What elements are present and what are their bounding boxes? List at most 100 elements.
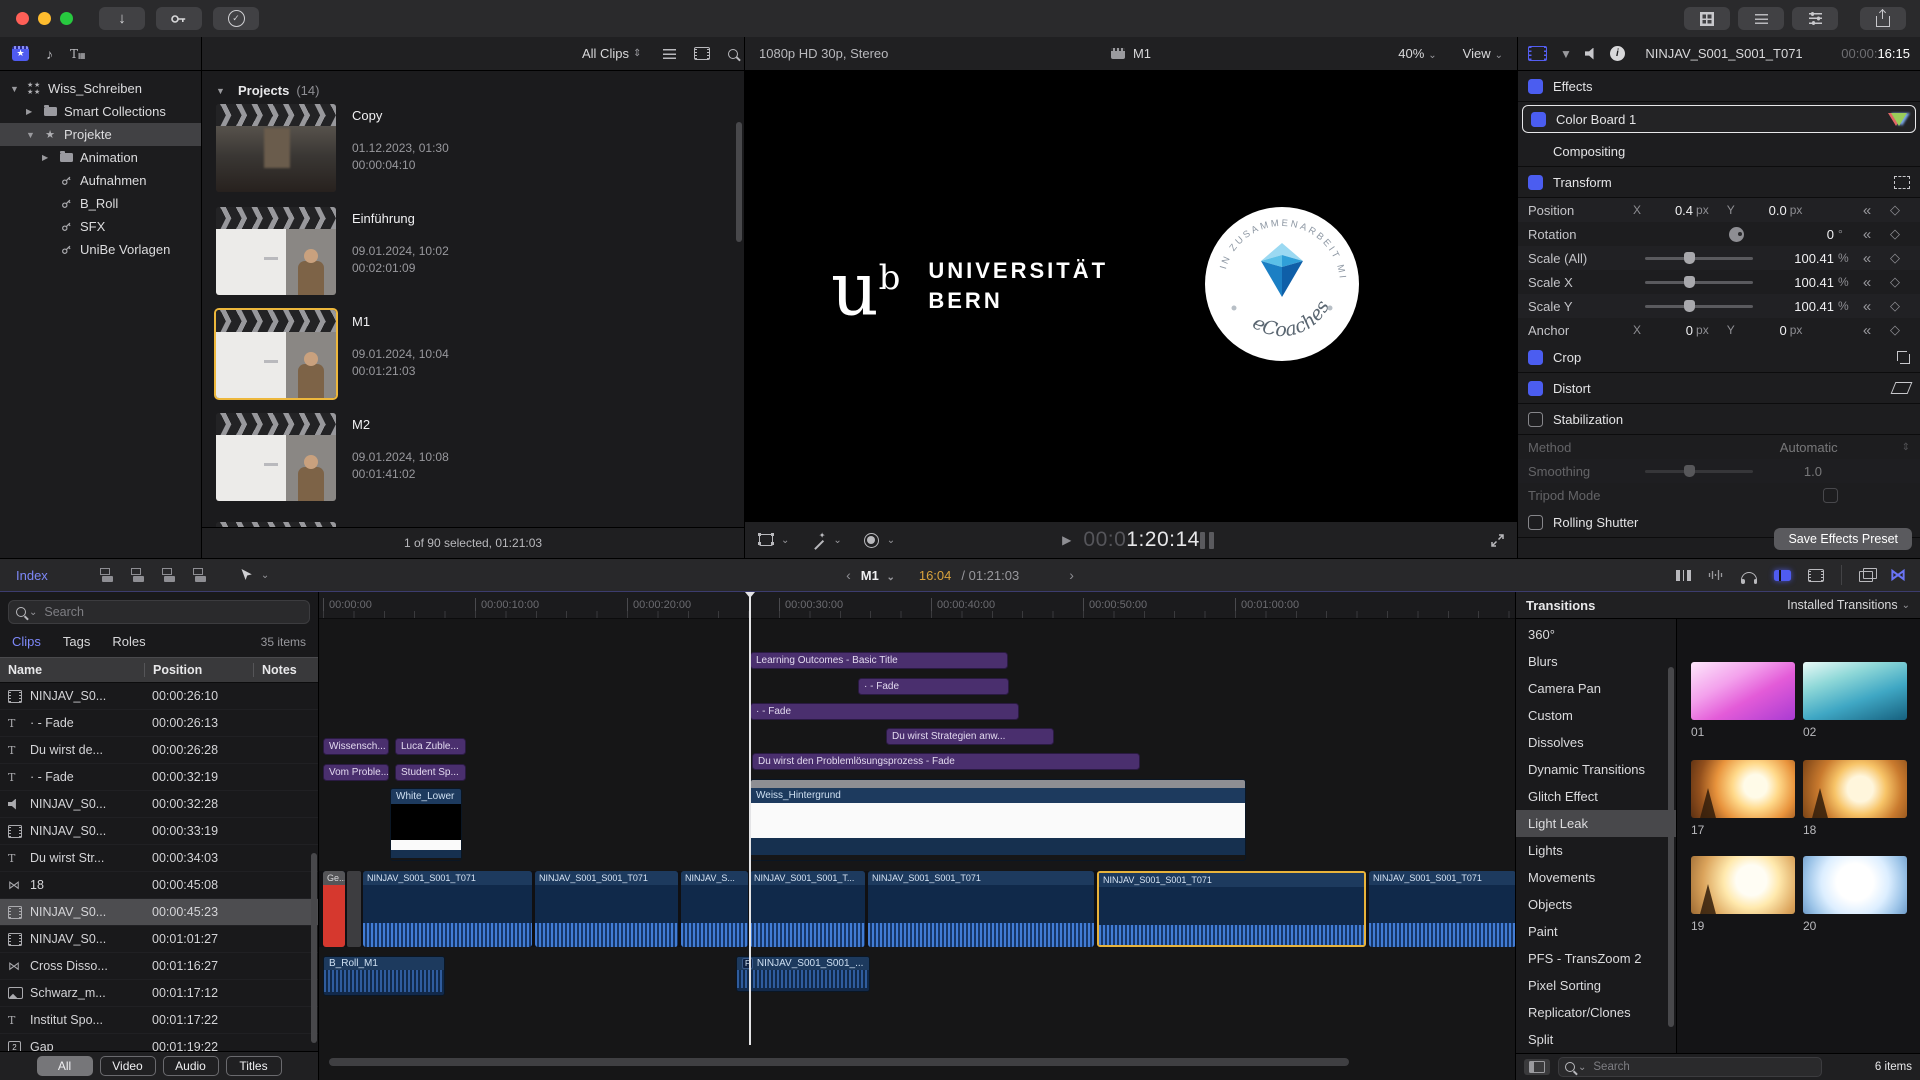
index-row[interactable]: NINJAV_S0...00:00:45:23 <box>0 899 318 926</box>
slider-knob[interactable] <box>1684 252 1695 264</box>
project-thumbnail[interactable] <box>216 207 336 295</box>
param-anchor[interactable]: AnchorX0pxY0px«◇ <box>1518 318 1920 342</box>
checkbox[interactable] <box>1528 515 1543 530</box>
reset-icon[interactable]: « <box>1854 322 1880 339</box>
index-search-field[interactable]: ⌄ <box>8 600 310 624</box>
sidebar-item-animation[interactable]: ▶Animation <box>0 146 201 169</box>
keyframe-icon[interactable]: ◇ <box>1880 274 1910 290</box>
index-row[interactable]: NINJAV_S0...00:01:01:27 <box>0 926 318 953</box>
transition-item[interactable]: 17 <box>1691 760 1795 837</box>
checkbox[interactable] <box>1528 381 1543 396</box>
keyframe-icon[interactable]: ◇ <box>1880 250 1910 266</box>
transition-item[interactable]: 18 <box>1803 760 1907 837</box>
import-media-button[interactable]: ↓ <box>99 7 145 30</box>
index-row[interactable]: Schwarz_m...00:01:17:12 <box>0 980 318 1007</box>
reset-icon[interactable]: « <box>1854 250 1880 267</box>
index-row[interactable]: NINJAV_S0...00:00:33:19 <box>0 818 318 845</box>
project-item[interactable]: M109.01.2024, 10:0400:01:21:03 <box>216 310 724 398</box>
param-value[interactable]: 100.41 <box>1794 275 1834 290</box>
titles-generators-sidebar-toggle[interactable]: T▦ <box>70 47 86 61</box>
list-layout-button[interactable] <box>1738 7 1784 30</box>
distort-section[interactable]: Distort <box>1518 373 1920 404</box>
transitions-browser-icon[interactable]: ⋈ <box>1890 565 1906 585</box>
param-slider[interactable] <box>1645 305 1753 308</box>
timeline-clip[interactable]: NINJAV_S001_S001_T071 <box>535 871 678 947</box>
next-project-button[interactable]: › <box>1069 567 1074 583</box>
transition-category[interactable]: Replicator/Clones <box>1516 999 1676 1026</box>
transition-category[interactable]: Movements <box>1516 864 1676 891</box>
tab-clips[interactable]: Clips <box>12 634 41 649</box>
prev-project-button[interactable]: ‹ <box>846 567 851 583</box>
index-scrollbar[interactable] <box>311 853 317 1043</box>
index-row[interactable]: NINJAV_S0...00:00:26:10 <box>0 683 318 710</box>
transition-thumbnail[interactable] <box>1803 662 1907 720</box>
headphones-icon[interactable] <box>1741 572 1757 582</box>
transition-thumbnail[interactable] <box>1803 760 1907 818</box>
project-item[interactable]: Einführung09.01.2024, 10:0200:02:01:09 <box>216 207 724 295</box>
skimmer-film-icon[interactable] <box>1808 569 1824 582</box>
transition-category[interactable]: 360° <box>1516 621 1676 648</box>
param-scale-x[interactable]: Scale X100.41%«◇ <box>1518 270 1920 294</box>
append-edit-icon[interactable] <box>162 568 179 582</box>
reset-icon[interactable]: « <box>1854 298 1880 315</box>
crop-section[interactable]: Crop <box>1518 342 1920 373</box>
checkbox[interactable] <box>1528 350 1543 365</box>
audio-meters[interactable] <box>1200 532 1214 549</box>
clip-appearance-icon[interactable] <box>1774 570 1791 581</box>
transition-category[interactable]: Objects <box>1516 891 1676 918</box>
title-clip[interactable]: Luca Zuble... <box>395 738 466 755</box>
checkbox[interactable] <box>1531 112 1546 127</box>
keyword-editor-button[interactable] <box>156 7 202 30</box>
timeline-clip[interactable]: NINJAV_S001_S001_T071 <box>363 871 532 947</box>
playhead[interactable] <box>749 592 751 1045</box>
background-tasks-button[interactable]: ✓ <box>213 7 259 30</box>
project-thumb-partial[interactable] <box>216 522 336 527</box>
tab-roles[interactable]: Roles <box>112 634 145 649</box>
share-button[interactable] <box>1860 7 1906 30</box>
transition-category[interactable]: Camera Pan <box>1516 675 1676 702</box>
white-lower-clip[interactable]: White_Lower <box>390 788 462 861</box>
projects-section-header[interactable]: ▼ Projects (14) <box>202 71 744 102</box>
tab-tags[interactable]: Tags <box>63 634 90 649</box>
index-row[interactable]: ⋈Cross Disso...00:01:16:27 <box>0 953 318 980</box>
browser-layout-button[interactable] <box>1684 7 1730 30</box>
timeline-clip[interactable]: NINJAV_S001_S001_T... <box>750 871 865 947</box>
param-position[interactable]: PositionX0.4pxY0.0px«◇ <box>1518 198 1920 222</box>
column-notes[interactable]: Notes <box>253 663 318 677</box>
transitions-search-field[interactable]: ⌄ <box>1558 1057 1822 1077</box>
index-row[interactable]: 2Gap00:01:19:22 <box>0 1034 318 1051</box>
color-inspector-icon[interactable]: ▼ <box>1560 47 1572 61</box>
title-clip[interactable]: · - Fade <box>750 703 1019 720</box>
connect-edit-icon[interactable] <box>100 568 117 582</box>
sidebar-item-b-roll[interactable]: B_Roll <box>0 192 201 215</box>
zoom-button[interactable] <box>60 12 73 25</box>
transition-category[interactable]: Pixel Sorting <box>1516 972 1676 999</box>
index-row[interactable]: T· - Fade00:00:26:13 <box>0 710 318 737</box>
index-row[interactable]: TDu wirst de...00:00:26:28 <box>0 737 318 764</box>
transition-item[interactable]: 20 <box>1803 856 1907 933</box>
transform-section-icon[interactable] <box>1894 176 1910 189</box>
timeline-clip[interactable]: NINJAV_S001_S001_T071 <box>1097 871 1366 947</box>
transition-item[interactable]: 01 <box>1691 662 1795 739</box>
adjust-layout-button[interactable] <box>1792 7 1838 30</box>
transition-category[interactable]: Lights <box>1516 837 1676 864</box>
transition-category[interactable]: Light Leak <box>1516 810 1676 837</box>
slider-knob[interactable] <box>1684 300 1695 312</box>
sidebar-item-aufnahmen[interactable]: Aufnahmen <box>0 169 201 192</box>
param-value[interactable]: 100.41 <box>1794 251 1834 266</box>
transition-thumbnail[interactable] <box>1691 760 1795 818</box>
effects-browser-icon[interactable] <box>1859 571 1873 582</box>
index-button[interactable]: Index <box>16 568 48 583</box>
sidebar-item-smart-collections[interactable]: ▶Smart Collections <box>0 100 201 123</box>
title-clip[interactable]: Learning Outcomes - Basic Title <box>750 652 1008 669</box>
compositing-section[interactable]: Compositing <box>1518 136 1920 167</box>
index-search-input[interactable] <box>42 604 302 620</box>
title-clip[interactable]: Student Sp... <box>395 764 466 781</box>
project-thumbnail[interactable] <box>216 413 336 501</box>
timeline-clip[interactable]: Ge... <box>323 871 345 947</box>
transition-thumbnail[interactable] <box>1803 856 1907 914</box>
insert-edit-icon[interactable] <box>131 568 148 582</box>
enhancements-dropdown[interactable]: ⌄ <box>811 534 841 547</box>
disclosure-icon[interactable]: ▶ <box>42 153 56 162</box>
keyframe-icon[interactable]: ◇ <box>1880 226 1910 242</box>
